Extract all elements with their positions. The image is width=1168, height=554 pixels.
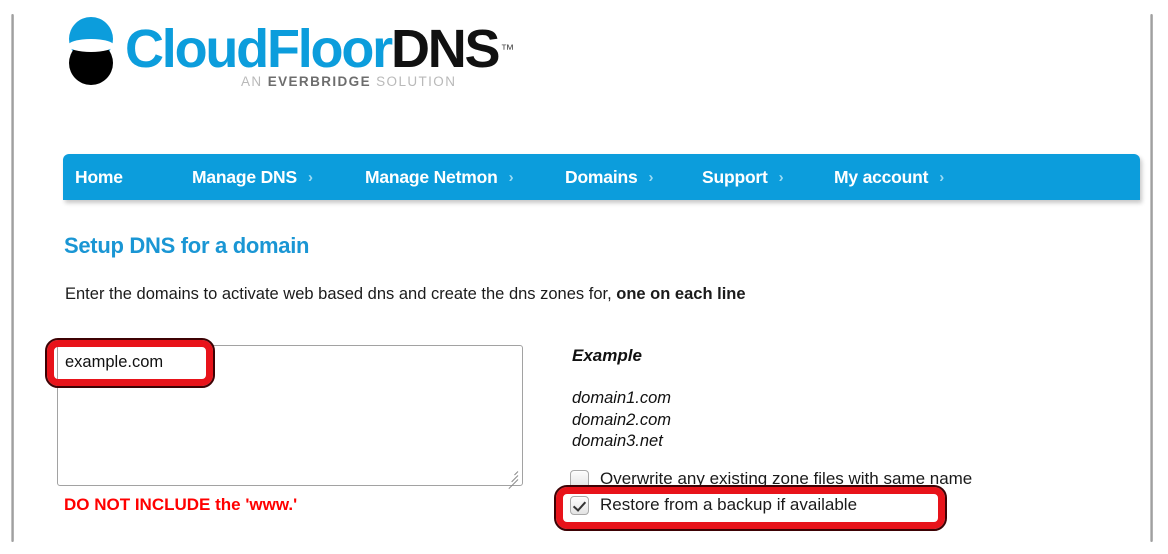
- no-www-warning: DO NOT INCLUDE the 'www.': [64, 495, 298, 514]
- nav-item-support[interactable]: Support ›: [702, 167, 784, 188]
- nav-item-my-account[interactable]: My account ›: [834, 167, 944, 188]
- chevron-right-icon: ›: [508, 168, 514, 186]
- tagline-suffix: SOLUTION: [371, 74, 457, 89]
- page-title: Setup DNS for a domain: [64, 233, 310, 258]
- intro-text: Enter the domains to activate web based …: [65, 285, 617, 303]
- tagline-prefix: AN: [241, 74, 268, 89]
- cloudfloordns-logo-icon: [63, 17, 119, 91]
- tagline-brand: EVERBRIDGE: [267, 74, 371, 89]
- site-header: CloudFloorDNS ™ AN EVERBRIDGE SOLUTION: [63, 14, 514, 100]
- intro-emphasis: one on each line: [616, 285, 746, 303]
- chevron-right-icon: ›: [307, 168, 313, 186]
- brand-name-dns: DNS: [390, 19, 501, 79]
- domains-input-textarea[interactable]: [57, 345, 523, 486]
- page-right-edge: [1150, 14, 1153, 542]
- checkbox-label-restore: Restore from a backup if available: [600, 495, 858, 514]
- example-domain-line: domain3.net: [572, 432, 663, 450]
- nav-item-my-account-label: My account: [834, 166, 929, 187]
- nav-item-home[interactable]: Home: [75, 167, 123, 188]
- checkbox-label-overwrite: Overwrite any existing zone files with s…: [600, 469, 973, 488]
- intro-instructions: Enter the domains to activate web based …: [65, 285, 746, 304]
- page-left-edge: [11, 14, 14, 542]
- nav-item-support-label: Support: [702, 166, 768, 187]
- main-navigation-bar: Home Manage DNS › Manage Netmon › Domains › Sup…: [63, 154, 1140, 200]
- example-domain-line: domain2.com: [572, 410, 672, 429]
- example-heading: Example: [572, 346, 642, 365]
- checkbox-overwrite-existing-zone-files[interactable]: [570, 469, 589, 489]
- trademark-symbol: ™: [500, 41, 515, 57]
- nav-item-manage-dns-label: Manage DNS: [192, 166, 297, 187]
- checkbox-row-restore[interactable]: Restore from a backup if available: [570, 495, 857, 515]
- nav-item-manage-dns[interactable]: Manage DNS ›: [192, 167, 313, 188]
- brand-wordmark-wrap: CloudFloorDNS ™ AN EVERBRIDGE SOLUTION: [125, 14, 514, 89]
- nav-item-domains-label: Domains: [565, 166, 638, 187]
- example-domain-list: domain1.com domain2.com domain3.net: [572, 388, 671, 453]
- example-domain-line: domain1.com: [572, 389, 672, 407]
- checkbox-row-overwrite[interactable]: Overwrite any existing zone files with s…: [570, 469, 972, 489]
- logo-lens-gap: [68, 39, 114, 52]
- nav-item-manage-netmon[interactable]: Manage Netmon ›: [365, 167, 514, 188]
- chevron-right-icon: ›: [939, 168, 945, 186]
- brand-name-cloudfloor: CloudFloor: [125, 19, 393, 79]
- nav-item-manage-netmon-label: Manage Netmon: [365, 166, 498, 187]
- brand-wordmark: CloudFloorDNS ™: [125, 19, 514, 79]
- checkbox-restore-from-backup[interactable]: [570, 495, 589, 515]
- chevron-right-icon: ›: [648, 168, 654, 186]
- nav-item-home-label: Home: [75, 166, 123, 187]
- nav-item-domains[interactable]: Domains ›: [565, 167, 654, 188]
- chevron-right-icon: ›: [778, 168, 784, 186]
